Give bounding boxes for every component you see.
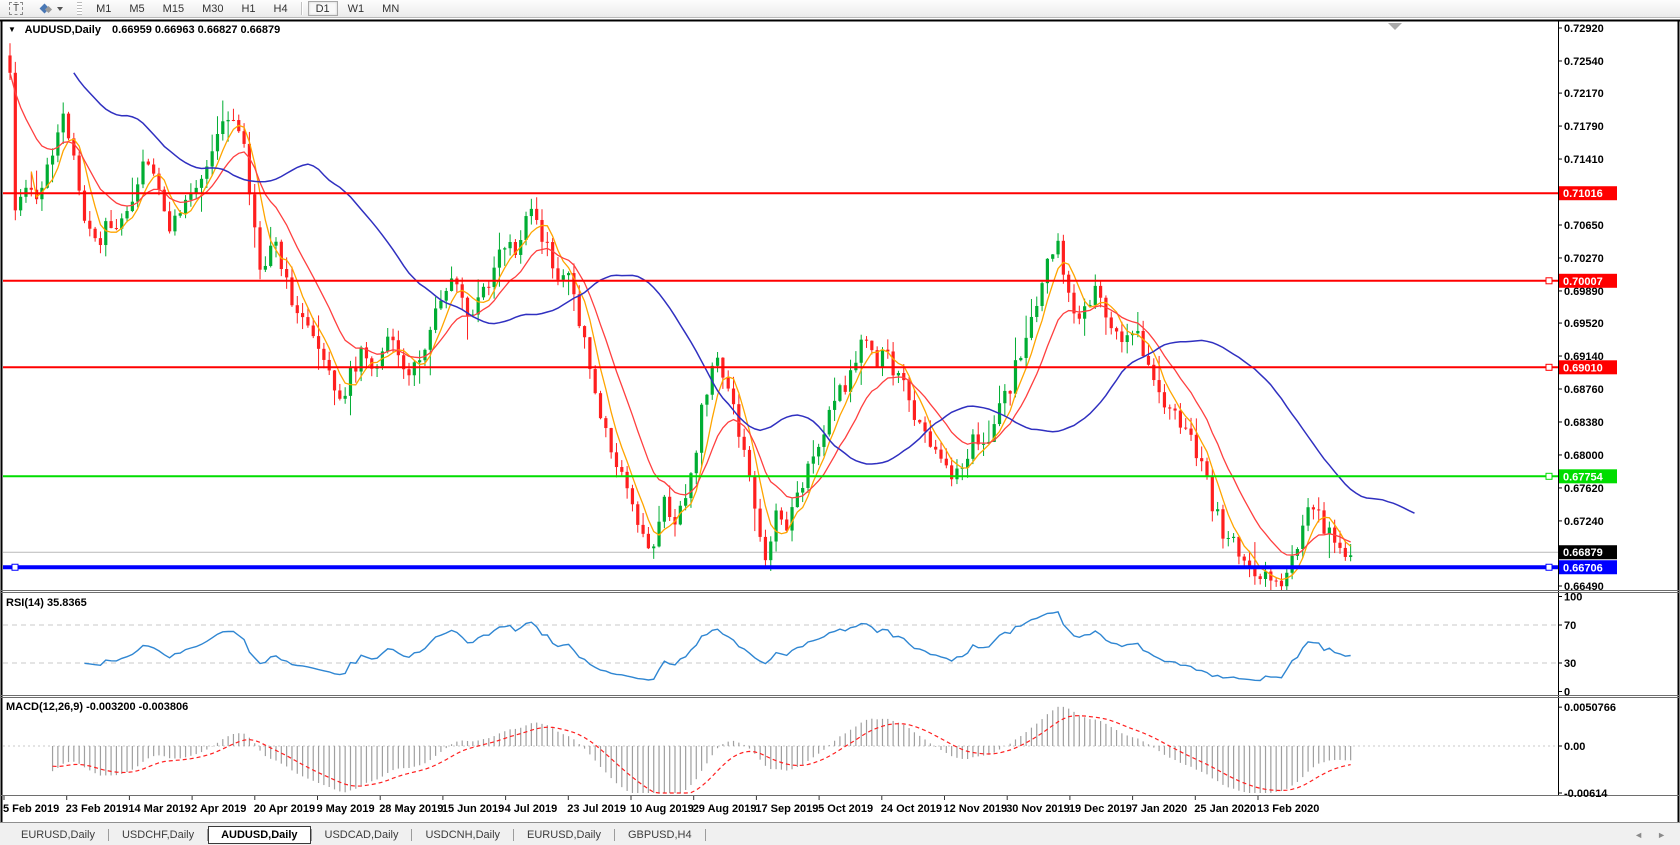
chart-tab-gbpusd-h4[interactable]: GBPUSD,H4 — [615, 826, 705, 844]
tab-scroll-right-icon[interactable]: ► — [1657, 830, 1666, 840]
date-axis-label: 23 Jul 2019 — [567, 803, 626, 815]
date-axis-label: 10 Aug 2019 — [630, 803, 694, 815]
chart-tab-eurusd-daily[interactable]: EURUSD,Daily — [8, 826, 108, 844]
date-axis-label: 2 Apr 2019 — [191, 803, 246, 815]
date-axis-label: 28 May 2019 — [379, 803, 443, 815]
timeframe-button-w1[interactable]: W1 — [340, 1, 373, 16]
svg-text:0.70650: 0.70650 — [1564, 220, 1604, 232]
svg-text:0.0050766: 0.0050766 — [1564, 702, 1616, 714]
timeframe-button-m1[interactable]: M1 — [88, 1, 119, 16]
svg-text:0.66879: 0.66879 — [1563, 547, 1603, 559]
svg-text:0.71790: 0.71790 — [1564, 121, 1604, 133]
macd-indicator-label: MACD(12,26,9) -0.003200 -0.003806 — [6, 701, 188, 713]
date-axis-label: 13 Feb 2020 — [1257, 803, 1319, 815]
date-axis-label: 5 Feb 2019 — [3, 803, 59, 815]
svg-text:0.71016: 0.71016 — [1563, 188, 1603, 200]
chart-tab-audusd-daily[interactable]: AUDUSD,Daily — [208, 826, 310, 844]
date-axis-label: 24 Oct 2019 — [881, 803, 942, 815]
toolbar: T M1M5M15M30H1H4 D1W1MN — [0, 0, 1680, 18]
tab-scroll-arrows: ◄ ► — [1634, 830, 1666, 840]
svg-text:-0.00614: -0.00614 — [1564, 788, 1608, 800]
svg-text:0.68000: 0.68000 — [1564, 450, 1604, 462]
collapse-triangle-icon[interactable]: ▼ — [8, 25, 16, 34]
svg-text:0.70270: 0.70270 — [1564, 253, 1604, 265]
svg-text:0.70007: 0.70007 — [1563, 276, 1603, 288]
date-axis-label: 17 Sep 2019 — [755, 803, 818, 815]
chart-tab-eurusd-daily[interactable]: EURUSD,Daily — [514, 826, 614, 844]
svg-text:0.68380: 0.68380 — [1564, 417, 1604, 429]
svg-text:0.00: 0.00 — [1564, 741, 1585, 753]
diamond-style-icon — [41, 3, 53, 15]
svg-text:0.68760: 0.68760 — [1564, 384, 1604, 396]
svg-text:0.72170: 0.72170 — [1564, 88, 1604, 100]
chart-tabbar: EURUSD,DailyUSDCHF,DailyAUDUSD,DailyUSDC… — [0, 822, 1680, 845]
chevron-down-icon — [57, 7, 63, 11]
date-axis-label: 14 Mar 2019 — [128, 803, 190, 815]
timeframe-button-m30[interactable]: M30 — [194, 1, 231, 16]
timeframe-button-h1[interactable]: H1 — [233, 1, 263, 16]
mt4-window: { "toolbar": { "text_tool_label": "T", "… — [0, 0, 1680, 845]
ohlc-values: 0.66959 0.66963 0.66827 0.66879 — [112, 24, 280, 36]
svg-text:70: 70 — [1564, 620, 1576, 632]
svg-text:30: 30 — [1564, 658, 1576, 670]
date-axis-label: 15 Jun 2019 — [442, 803, 504, 815]
date-axis-label: 25 Jan 2020 — [1194, 803, 1256, 815]
svg-text:0.67620: 0.67620 — [1564, 483, 1604, 495]
timeframe-button-mn[interactable]: MN — [374, 1, 407, 16]
date-axis-label: 20 Apr 2019 — [254, 803, 315, 815]
date-axis-label: 7 Jan 2020 — [1132, 803, 1188, 815]
svg-text:0: 0 — [1564, 687, 1570, 699]
text-tool-icon: T — [9, 2, 23, 15]
svg-text:0.67754: 0.67754 — [1563, 471, 1604, 483]
timeframe-button-m5[interactable]: M5 — [121, 1, 152, 16]
tab-scroll-left-icon[interactable]: ◄ — [1634, 830, 1643, 840]
svg-text:0.72920: 0.72920 — [1564, 23, 1604, 35]
timeframe-button-m15[interactable]: M15 — [155, 1, 192, 16]
chart-tab-usdcad-daily[interactable]: USDCAD,Daily — [312, 826, 412, 844]
date-axis-label: 5 Oct 2019 — [818, 803, 873, 815]
rsi-indicator-label: RSI(14) 35.8365 — [6, 597, 87, 609]
date-axis-label: 4 Jul 2019 — [505, 803, 558, 815]
svg-text:0.69520: 0.69520 — [1564, 318, 1604, 330]
timeframe-button-d1[interactable]: D1 — [308, 1, 338, 16]
date-axis-label: 23 Feb 2019 — [66, 803, 128, 815]
drawing-style-tool-button[interactable] — [33, 1, 71, 16]
svg-text:0.69010: 0.69010 — [1563, 362, 1603, 374]
date-axis-label: 19 Dec 2019 — [1069, 803, 1132, 815]
chart-tab-usdchf-daily[interactable]: USDCHF,Daily — [109, 826, 207, 844]
tab-separator — [705, 829, 706, 841]
chart-canvas[interactable]: 0.72920 0.72540 0.72170 0.71790 0.71410 0.706… — [0, 0, 1680, 845]
svg-text:100: 100 — [1564, 592, 1582, 604]
toolbar-separator — [301, 2, 303, 15]
chart-title: ▼ AUDUSD,Daily 0.66959 0.66963 0.66827 0… — [8, 24, 280, 36]
toolbar-grip[interactable] — [77, 2, 82, 15]
svg-text:0.71410: 0.71410 — [1564, 154, 1604, 166]
chart-tab-usdcnh-daily[interactable]: USDCNH,Daily — [412, 826, 513, 844]
svg-text:0.67240: 0.67240 — [1564, 516, 1604, 528]
date-axis-label: 9 May 2019 — [317, 803, 375, 815]
date-axis-label: 29 Aug 2019 — [693, 803, 757, 815]
text-tool-button[interactable]: T — [1, 1, 31, 16]
timeframe-button-h4[interactable]: H4 — [266, 1, 296, 16]
svg-text:0.66706: 0.66706 — [1563, 562, 1603, 574]
date-axis-label: 30 Nov 2019 — [1006, 803, 1070, 815]
symbol-period-label: AUDUSD,Daily — [25, 24, 101, 36]
svg-text:0.72540: 0.72540 — [1564, 56, 1604, 68]
date-axis-label: 12 Nov 2019 — [944, 803, 1008, 815]
